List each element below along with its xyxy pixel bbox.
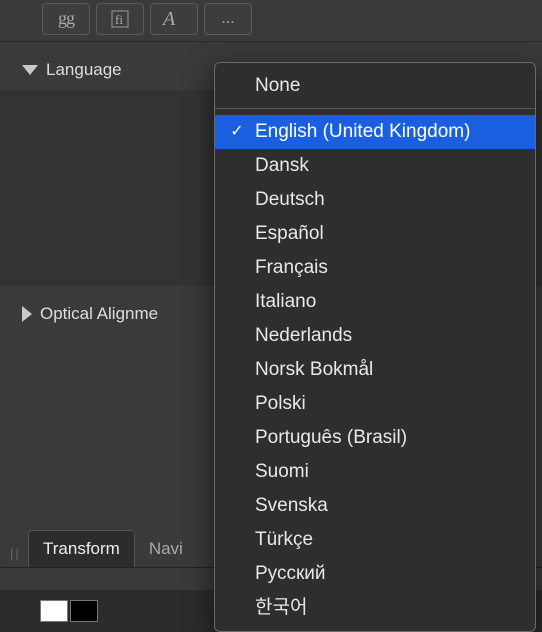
language-option-label: Русский bbox=[255, 560, 326, 588]
svg-text:A: A bbox=[161, 8, 176, 30]
tab-navigator[interactable]: Navi bbox=[135, 531, 197, 567]
language-option-label: Español bbox=[255, 220, 324, 248]
language-option[interactable]: 한국어 bbox=[215, 591, 535, 625]
anchor-swatch[interactable] bbox=[10, 600, 98, 622]
language-option[interactable]: Italiano bbox=[215, 285, 535, 319]
language-option-label: Norsk Bokmål bbox=[255, 356, 373, 384]
language-option[interactable]: Polski bbox=[215, 387, 535, 421]
language-option-label: Français bbox=[255, 254, 328, 282]
language-option-label: Polski bbox=[255, 390, 306, 418]
language-option[interactable]: Svenska bbox=[215, 489, 535, 523]
language-section-title: Language bbox=[46, 60, 122, 80]
swatch-white bbox=[40, 600, 68, 622]
ligatures-gg-button[interactable]: gg bbox=[42, 3, 90, 35]
language-option[interactable]: Dansk bbox=[215, 149, 535, 183]
language-option-label: Türkçe bbox=[255, 526, 313, 554]
language-option-label: Suomi bbox=[255, 458, 309, 486]
language-option-label: 한국어 bbox=[255, 594, 307, 622]
tab-transform[interactable]: Transform bbox=[28, 530, 135, 567]
language-option[interactable]: Suomi bbox=[215, 455, 535, 489]
ligatures-fi-button[interactable]: fi bbox=[96, 3, 144, 35]
language-option-label: Nederlands bbox=[255, 322, 352, 350]
optical-alignment-title: Optical Alignme bbox=[40, 304, 158, 324]
popup-separator bbox=[215, 108, 535, 109]
checkmark-icon: ✓ bbox=[229, 118, 245, 146]
language-option[interactable]: Deutsch bbox=[215, 183, 535, 217]
fi-ligature-icon: fi bbox=[109, 8, 131, 30]
swatch-black bbox=[70, 600, 98, 622]
disclosure-triangle-open-icon bbox=[22, 65, 38, 75]
language-option[interactable]: Português (Brasil) bbox=[215, 421, 535, 455]
language-option-label: English (United Kingdom) bbox=[255, 118, 470, 146]
language-option-label: None bbox=[255, 72, 300, 100]
panel-grip-icon[interactable]: || bbox=[10, 546, 28, 567]
language-option[interactable]: Français bbox=[215, 251, 535, 285]
typography-toolbar: gg fi A ... bbox=[0, 0, 542, 42]
disclosure-triangle-closed-icon bbox=[22, 306, 32, 322]
more-typography-button[interactable]: ... bbox=[204, 3, 252, 35]
language-option[interactable]: Türkçe bbox=[215, 523, 535, 557]
language-option[interactable]: Nederlands bbox=[215, 319, 535, 353]
language-option[interactable]: Русский bbox=[215, 557, 535, 591]
svg-text:fi: fi bbox=[115, 12, 123, 27]
language-option-label: Italiano bbox=[255, 288, 316, 316]
language-option-label: Português (Brasil) bbox=[255, 424, 407, 452]
language-option-label: Deutsch bbox=[255, 186, 325, 214]
language-option-label: Dansk bbox=[255, 152, 309, 180]
stylistic-alt-button[interactable]: A bbox=[150, 3, 198, 35]
language-option[interactable]: ✓ English (United Kingdom) bbox=[215, 115, 535, 149]
language-option[interactable]: Español bbox=[215, 217, 535, 251]
language-option-none[interactable]: None bbox=[215, 69, 535, 103]
script-a-icon: A bbox=[161, 8, 187, 30]
language-option[interactable]: Norsk Bokmål bbox=[215, 353, 535, 387]
language-dropdown-popup: None ✓ English (United Kingdom) Dansk Deuts… bbox=[214, 62, 536, 632]
language-option-label: Svenska bbox=[255, 492, 328, 520]
